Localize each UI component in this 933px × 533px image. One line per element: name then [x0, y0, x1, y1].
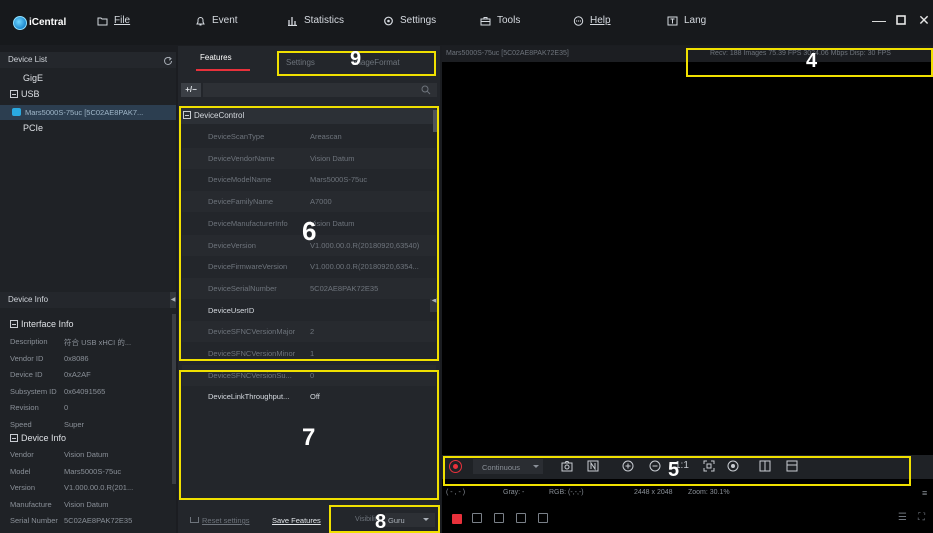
search-icon[interactable]	[421, 85, 431, 95]
menu-tools[interactable]: Tools	[480, 15, 520, 26]
device-info-header: Device Info	[0, 292, 176, 308]
info-label: Vendor ID	[10, 353, 44, 363]
info-label: Subsystem ID	[10, 386, 57, 396]
collapse-icon[interactable]	[10, 320, 18, 328]
device-list-panel	[0, 52, 176, 292]
layout-16-icon[interactable]	[538, 513, 548, 523]
menu-help[interactable]: Help	[573, 15, 611, 26]
info-value: 0	[64, 403, 69, 412]
settings-sliders-icon[interactable]: ☰	[898, 512, 907, 523]
minimize-icon[interactable]: —	[871, 12, 887, 28]
info-label: Description	[10, 337, 48, 346]
annotation-label-4: 4	[806, 50, 818, 72]
info-label: Version	[10, 483, 36, 492]
info-label: Device ID	[10, 370, 43, 379]
resolution-value: 2448 x 2048	[634, 489, 673, 496]
interface-info-header[interactable]: Interface Info	[10, 319, 74, 329]
annotation-label-5: 5	[668, 459, 680, 481]
annotation-label-9: 9	[350, 48, 362, 70]
info-value: 0x8086	[64, 353, 89, 363]
logo-icon	[13, 15, 27, 30]
gear-icon	[384, 16, 393, 25]
tree-device-label: Mars5000S-75uc [5C02AE8PAK7...	[25, 108, 144, 117]
help-icon	[573, 15, 584, 26]
layout-4-icon[interactable]	[494, 513, 504, 523]
tree-group-usb[interactable]: USB	[10, 89, 40, 99]
menu-lang[interactable]: Lang	[667, 15, 706, 26]
viewer-title: Mars5000S-75uc [5C02AE8PAK72E35]	[446, 50, 569, 57]
info-value: 0xA2AF	[64, 370, 91, 379]
info-label: Manufacture	[10, 499, 52, 509]
info-label: Serial Number	[10, 516, 58, 525]
active-tab-indicator	[196, 69, 250, 71]
info-value: V1.000.00.0.R(201...	[64, 483, 134, 492]
lang-icon	[667, 16, 678, 25]
refresh-icon[interactable]	[163, 56, 173, 66]
tab-features[interactable]: Features	[200, 53, 232, 62]
cursor-coords: ( - , - )	[446, 489, 466, 496]
menu-icon[interactable]: ≡	[922, 488, 927, 498]
info-value: 符合 USB xHCI 的...	[64, 338, 132, 347]
annotation-label-6: 8	[375, 511, 387, 533]
fullscreen-icon[interactable]: ⛶	[918, 512, 925, 523]
camera-icon	[12, 108, 21, 116]
info-value: Mars5000S-75uc	[64, 466, 122, 476]
rgb-value: RGB: (-,-,-)	[549, 489, 584, 496]
menu-event[interactable]: Event	[195, 15, 238, 26]
info-value: Vision Datum	[64, 450, 109, 459]
info-value: Super	[64, 419, 85, 429]
info-label: Speed	[10, 419, 32, 429]
save-features-link[interactable]: Save Features	[272, 516, 321, 525]
info-value: 0x64091565	[64, 386, 106, 396]
reset-icon	[190, 517, 199, 523]
device-list-header: Device List	[0, 52, 176, 68]
menu-file[interactable]: File	[97, 15, 130, 26]
collapse-left-icon[interactable]: ◀	[170, 292, 176, 308]
device-info-subheader[interactable]: Device Info	[10, 433, 66, 443]
bell-icon	[196, 16, 205, 25]
close-icon[interactable]: ✕	[916, 12, 932, 29]
collapse-icon[interactable]	[10, 90, 18, 98]
annotation-label-7: 6	[302, 216, 317, 246]
title-bar: iCentral	[0, 0, 933, 45]
info-value: Vision Datum	[64, 499, 109, 509]
feature-search-input[interactable]	[203, 83, 437, 97]
expand-collapse-button[interactable]: +/−	[181, 83, 201, 97]
app-name: iCentral	[29, 17, 67, 28]
info-value: 5C02AE8PAK72E35	[64, 516, 133, 525]
maximize-icon[interactable]	[893, 13, 909, 29]
menu-settings[interactable]: Settings	[383, 15, 436, 26]
info-label: Revision	[10, 403, 39, 412]
info-label: Vendor	[10, 450, 34, 459]
info-scrollbar[interactable]	[172, 314, 176, 484]
zoom-value: Zoom: 30.1%	[688, 489, 730, 496]
annotation-label-8: 7	[302, 424, 316, 451]
gray-value: Gray: -	[503, 489, 525, 496]
layout-1-icon[interactable]	[472, 513, 482, 523]
toolbox-icon	[480, 16, 491, 25]
reset-settings-link[interactable]: Reset settings	[190, 516, 250, 525]
layout-9-icon[interactable]	[516, 513, 526, 523]
tree-group-pcie[interactable]: PCIe	[23, 123, 43, 133]
record-stop-icon[interactable]	[452, 514, 462, 524]
info-label: Model	[10, 466, 31, 476]
app-logo: iCentral	[13, 15, 67, 30]
folder-icon	[97, 17, 108, 25]
tree-group-gige[interactable]: GigE	[23, 73, 43, 83]
collapse-icon[interactable]	[10, 434, 18, 442]
bar-chart-icon	[288, 16, 297, 26]
menu-statistics[interactable]: Statistics	[287, 15, 344, 26]
